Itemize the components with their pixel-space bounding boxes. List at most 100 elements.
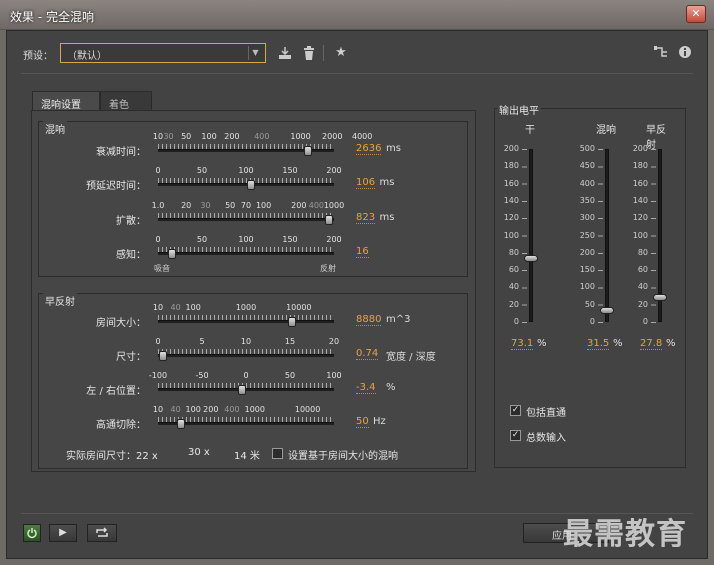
reverb-predelay-tick-label: 200 (326, 166, 342, 175)
title-bar: 效果 - 完全混响 ✕ (0, 0, 714, 30)
reverb-decay-value[interactable]: 2636 (356, 143, 382, 155)
play-button[interactable]: ▶ (49, 524, 77, 542)
tab-reverb-settings[interactable]: 混响设置 (32, 91, 100, 111)
meter-2-thumb[interactable] (653, 293, 667, 301)
early-room-size-tick-label: 10000 (286, 303, 312, 312)
reverb-diffusion-slider-thumb[interactable] (324, 215, 333, 225)
meter-2-scale-label: 160 (632, 178, 648, 188)
preset-label: 预设： (23, 51, 53, 62)
early-left-right-value[interactable]: -3.4 (356, 382, 376, 394)
play-icon: ▶ (59, 527, 67, 538)
early-highpass-value[interactable]: 50 (356, 416, 369, 428)
info-icon[interactable] (677, 45, 693, 61)
early-highpass-tick-label: 40 (170, 405, 181, 414)
save-preset-icon[interactable] (277, 45, 293, 61)
early-left-right-tick-label: -100 (148, 371, 168, 380)
close-button[interactable]: ✕ (686, 5, 706, 23)
meter-1-scale-label: 500 (579, 144, 595, 153)
early-dimensions-tick-label: 15 (284, 337, 296, 346)
early-room-size-tick-label: 10 (152, 303, 164, 312)
reverb-decay-tick-label: 2000 (322, 132, 343, 141)
reverb-diffusion-value[interactable]: 823 (356, 212, 376, 224)
meter-1-thumb[interactable] (600, 307, 614, 315)
loop-button[interactable] (87, 524, 117, 542)
sum-inputs-label: 总数输入 (526, 433, 566, 444)
reverb-decay-slider-thumb[interactable] (303, 146, 312, 156)
set-reverb-by-room-checkbox[interactable] (272, 448, 283, 459)
reverb-decay-tick-label: 30 (163, 132, 174, 141)
meter-2-scale-label: 0 (642, 317, 648, 326)
reverb-diffusion-slider-track[interactable] (158, 218, 334, 221)
routing-icon[interactable] (653, 45, 669, 61)
actual-room-size-label: 实际房间尺寸：22 x (66, 451, 158, 462)
sum-inputs-checkbox[interactable]: ✓ (510, 430, 521, 441)
reverb-predelay-slider-track[interactable] (158, 183, 334, 186)
reverb-perception-value[interactable]: 16 (356, 246, 369, 258)
reverb-perception-slider-thumb[interactable] (168, 249, 177, 259)
early-dimensions-value[interactable]: 0.74 (356, 348, 379, 360)
early-room-size-value[interactable]: 8880 (356, 314, 382, 326)
meter-1-scale-label: 400 (579, 178, 595, 188)
meter-2-scale-label: 200 (632, 144, 648, 153)
meter-1-ticks (598, 149, 603, 323)
early-left-right-tick-label: -50 (195, 371, 209, 380)
reverb-decay-unit: ms (386, 143, 401, 154)
set-reverb-by-room-label: 设置基于房间大小的混响 (288, 451, 398, 462)
reverb-diffusion-tick-label: 50 (225, 201, 236, 210)
reverb-predelay-slider-thumb[interactable] (247, 180, 256, 190)
include-direct-checkbox[interactable]: ✓ (510, 405, 521, 416)
early-dimensions-slider-track[interactable] (158, 354, 334, 357)
early-room-size-slider-thumb[interactable] (287, 317, 296, 327)
reverb-predelay-tick-label: 150 (282, 166, 298, 175)
meter-0-value[interactable]: 73.1 (511, 338, 534, 350)
window-title: 效果 - 完全混响 (10, 10, 94, 24)
reverb-predelay-tick-label: 0 (155, 166, 161, 175)
early-left-right-slider-thumb[interactable] (238, 385, 247, 395)
reverb-perception-slider-track[interactable] (158, 252, 334, 255)
reverb-predelay-label: 预延迟时间： (86, 181, 146, 192)
early-dimensions-tick-label: 5 (199, 337, 205, 346)
reverb-perception-tick-label: 0 (155, 235, 161, 244)
meter-0-scale-label: 20 (508, 299, 519, 309)
chevron-down-icon: ▼ (248, 46, 262, 60)
meter-2-value[interactable]: 27.8 (640, 338, 663, 350)
early-room-size-slider-track[interactable] (158, 320, 334, 323)
favorite-star-icon[interactable]: ★ (333, 45, 349, 61)
watermark-logo: 最需教育 (563, 517, 687, 552)
reverb-decay-tick-label: 400 (254, 132, 270, 141)
early-highpass-slider-thumb[interactable] (176, 419, 185, 429)
meter-2-scale-label: 60 (637, 265, 648, 275)
power-toggle-button[interactable] (23, 524, 41, 542)
meter-1-track[interactable] (605, 149, 609, 322)
reverb-perception-tick-label: 100 (238, 235, 254, 244)
meter-2-scale-label: 120 (632, 213, 648, 223)
reverb-decay-tick-label: 50 (181, 132, 192, 141)
meter-2-scale-label: 20 (637, 299, 648, 309)
meter-1-value[interactable]: 31.5 (587, 338, 610, 350)
preset-value: （默认） (67, 51, 107, 62)
meter-2-scale-label: 180 (632, 161, 648, 171)
reverb-diffusion-label: 扩散： (116, 216, 146, 227)
preset-dropdown[interactable]: （默认） ▼ (60, 43, 266, 63)
reverb-diffusion-tick-label: 1.0 (151, 201, 165, 210)
early-dimensions-slider-thumb[interactable] (159, 351, 168, 361)
meter-2-unit: % (666, 338, 676, 349)
preset-toolbar: 预设： （默认） ▼ ★ (7, 31, 707, 75)
reverb-diffusion-tick-label: 400 (308, 201, 325, 210)
meter-0-name: 干 (525, 125, 535, 136)
reverb-predelay-tick-label: 50 (196, 166, 208, 175)
reverb-perception-tick-label: 150 (282, 235, 298, 244)
delete-icon[interactable] (301, 45, 317, 61)
reverb-predelay-value[interactable]: 106 (356, 177, 376, 189)
early-room-size-tick-label: 1000 (235, 303, 257, 312)
reverb-decay-tick-label: 4000 (351, 132, 373, 141)
meter-0-thumb[interactable] (524, 254, 538, 262)
meter-0-scale-label: 160 (503, 178, 519, 188)
meter-1-unit: % (613, 338, 623, 349)
reverb-settings-panel: 混响 早反射 衰减时间： 10 30 50 100 200 400 1000 2000 4000 2… (31, 110, 476, 472)
meter-1-scale-label: 100 (579, 282, 595, 292)
toolbar-divider (21, 73, 693, 74)
reverb-decay-label: 衰减时间： (96, 147, 146, 158)
meter-0-track[interactable] (529, 149, 533, 322)
tab-coloration[interactable]: 着色 (100, 91, 152, 111)
